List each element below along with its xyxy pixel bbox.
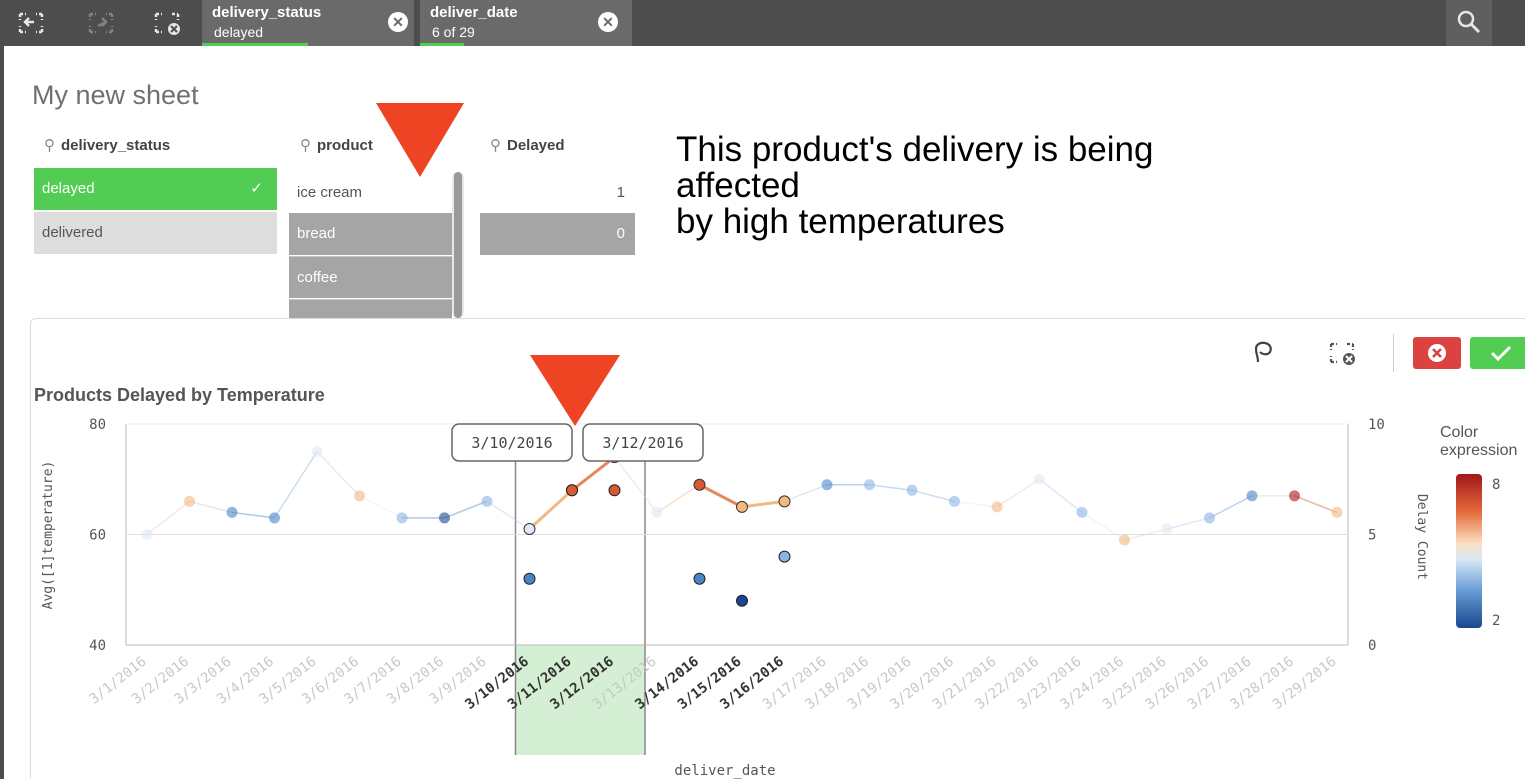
temperature-line-segment: [1294, 495, 1338, 514]
y-tick-label: 80: [89, 417, 106, 433]
delay-count-point[interactable]: [693, 572, 706, 585]
temperature-point[interactable]: [821, 479, 833, 491]
y-tick-label: 60: [89, 528, 106, 544]
temperature-line-segment: [698, 483, 743, 509]
temperature-line-segment: [189, 500, 233, 514]
temperature-point[interactable]: [778, 495, 791, 508]
delay-count-point[interactable]: [736, 594, 748, 607]
y-axis-label: Avg([1]temperature): [41, 461, 56, 610]
app-root: { "topbar": { "chips": [ {"field": "deli…: [0, 0, 1525, 779]
temperature-point[interactable]: [651, 506, 663, 518]
temperature-line-segment: [444, 500, 488, 519]
temperature-line-segment: [316, 451, 361, 497]
temperature-line-segment: [996, 478, 1040, 508]
temperature-point[interactable]: [1119, 534, 1130, 546]
temperature-point[interactable]: [1076, 506, 1088, 518]
temperature-point[interactable]: [354, 490, 365, 502]
temperature-line-segment: [231, 511, 275, 519]
temperature-point[interactable]: [906, 484, 918, 496]
temperature-point[interactable]: [481, 495, 493, 507]
delay-count-point[interactable]: [523, 572, 536, 585]
legend-min-label: 2: [1492, 613, 1500, 629]
legend-max-label: 8: [1492, 477, 1500, 493]
temperature-point[interactable]: [693, 478, 706, 491]
temperature-point[interactable]: [141, 529, 153, 540]
temperature-point[interactable]: [439, 512, 450, 524]
y-tick-label: 40: [89, 638, 106, 654]
temperature-point[interactable]: [311, 446, 323, 458]
temperature-line-segment: [1209, 495, 1253, 519]
y2-tick-label: 10: [1368, 417, 1385, 433]
delay-count-point[interactable]: [608, 484, 621, 497]
x-axis-label: deliver_date: [674, 763, 775, 779]
temperature-line-segment: [146, 500, 190, 536]
legend-color-scale: [1456, 474, 1482, 628]
range-label: 3/10/2016: [471, 434, 552, 452]
temperature-point[interactable]: [1161, 523, 1173, 535]
temperature-point[interactable]: [226, 506, 238, 518]
temperature-line-segment: [613, 456, 658, 513]
chart-canvas[interactable]: 80 60 40 10 5 0 Avg([1]temperature) Delay Count…: [0, 0, 1525, 779]
y2-tick-label: 0: [1368, 638, 1376, 654]
temperature-line-segment: [954, 500, 998, 508]
temperature-point[interactable]: [736, 500, 748, 513]
temperature-line-segment: [1081, 511, 1125, 541]
delay-count-point[interactable]: [778, 550, 791, 563]
temperature-line-segment: [571, 455, 616, 492]
temperature-point[interactable]: [864, 479, 875, 491]
temperature-point[interactable]: [269, 512, 280, 524]
temperature-line-segment: [528, 489, 574, 531]
temperature-point[interactable]: [523, 522, 536, 535]
temperature-point[interactable]: [1289, 490, 1300, 502]
temperature-point[interactable]: [991, 501, 1003, 513]
range-label: 3/12/2016: [602, 434, 683, 452]
y2-tick-label: 5: [1368, 528, 1376, 544]
temperature-line-segment: [784, 484, 828, 503]
temperature-line-segment: [359, 495, 403, 519]
temperature-line-segment: [1166, 517, 1210, 530]
temperature-line-segment: [911, 489, 955, 503]
temperature-point[interactable]: [184, 495, 195, 507]
temperature-line-segment: [741, 499, 785, 509]
temperature-point[interactable]: [1034, 473, 1045, 485]
selection-range-band[interactable]: [515, 645, 646, 755]
temperature-line-segment: [869, 484, 913, 492]
temperature-point[interactable]: [949, 495, 960, 507]
temperature-line-segment: [273, 451, 318, 519]
temperature-point[interactable]: [396, 512, 408, 524]
temperature-line-segment: [656, 484, 700, 514]
delay-count-point[interactable]: [566, 484, 578, 497]
temperature-line-segment: [486, 500, 530, 530]
temperature-point[interactable]: [1246, 490, 1258, 502]
legend-title: Color expression: [1440, 424, 1518, 459]
y2-axis-label: Delay Count: [1414, 494, 1429, 580]
temperature-line-segment: [1039, 478, 1083, 513]
temperature-point[interactable]: [1204, 512, 1215, 524]
temperature-point[interactable]: [1331, 506, 1343, 518]
